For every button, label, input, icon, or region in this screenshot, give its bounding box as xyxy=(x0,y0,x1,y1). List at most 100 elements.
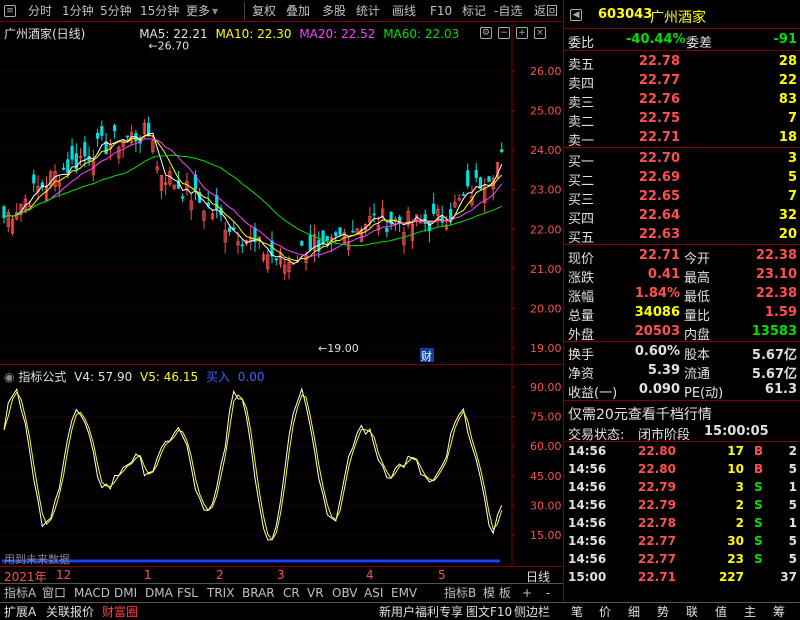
tick-count: 5 xyxy=(788,552,797,566)
status-new-user[interactable]: 新用户福利专享 xyxy=(379,603,463,620)
tick-side: S xyxy=(754,552,763,566)
tab-obv[interactable]: OBV xyxy=(332,585,358,602)
toolbar-item-fenshi[interactable]: 分时 xyxy=(28,3,52,19)
ask-row: 卖五 22.78 28 xyxy=(564,52,800,73)
promo-text[interactable]: 仅需20元查看千档行情 xyxy=(568,404,712,424)
ma10-line xyxy=(3,134,503,262)
settings-icon[interactable]: ⚙ xyxy=(480,27,492,39)
tick-time: 14:56 xyxy=(568,462,607,476)
tab-macd[interactable]: MACD xyxy=(74,585,110,602)
tick-time: 14:56 xyxy=(568,534,607,548)
status-tab-jia[interactable]: 价 xyxy=(599,603,611,620)
ma5-label: MA5: 22.21 xyxy=(139,27,208,41)
toolbar-item-1min[interactable]: 1分钟 xyxy=(62,3,94,19)
zoom-out-icon[interactable]: − xyxy=(498,27,510,39)
candle-body xyxy=(32,174,36,184)
tick-side: S xyxy=(754,498,763,512)
tick-side: B xyxy=(754,462,764,476)
tab-zhibiao-a[interactable]: 指标A xyxy=(4,585,36,602)
candle-body xyxy=(325,236,329,241)
stat-value: 22.38 xyxy=(755,286,797,301)
tab-cr[interactable]: CR xyxy=(283,585,300,602)
ask-price: 22.71 xyxy=(638,130,680,145)
kline-chart[interactable]: 26.00 25.00 24.00 23.00 22.00 21.00 20.00 19.00… xyxy=(0,22,563,364)
indicator-chart[interactable]: 90.00 75.00 60.00 45.00 30.00 15.00 xyxy=(0,365,563,567)
toolbar-item-duogu[interactable]: 多股 xyxy=(322,3,346,19)
tick-volume: 3 xyxy=(735,480,744,494)
indicator-name[interactable]: 指标公式 xyxy=(18,370,66,384)
tab-dmi[interactable]: DMI xyxy=(114,585,137,602)
tab-template[interactable]: 模 板 xyxy=(483,585,511,602)
stat-value: 1.84% xyxy=(634,286,680,301)
kline-chart-panel[interactable]: 26.00 25.00 24.00 23.00 22.00 21.00 20.00 19.00… xyxy=(0,22,563,364)
toolbar-item-fuquan[interactable]: 复权 xyxy=(252,3,276,19)
stat-value: 22.38 xyxy=(755,248,797,263)
status-tab-chou[interactable]: 筹 xyxy=(773,603,785,620)
fin-row: 净资 5.39 流通 5.67亿 xyxy=(564,361,800,382)
toolbar-item-zixuan[interactable]: -自选 xyxy=(494,3,522,19)
status-expand-a[interactable]: 扩展A xyxy=(4,603,36,620)
chevron-down-icon[interactable]: ▾ xyxy=(212,3,218,19)
tick-row: 14:56 22.79 3 S 1 xyxy=(564,479,800,497)
status-tab-bi[interactable]: 笔 xyxy=(571,603,583,620)
toolbar-item-biaoji[interactable]: 标记 xyxy=(462,3,486,19)
tab-remove[interactable]: - xyxy=(546,585,550,602)
toolbar-item-tongji[interactable]: 统计 xyxy=(356,3,380,19)
toolbar-item-more[interactable]: 更多 xyxy=(186,3,210,19)
tab-add[interactable]: + xyxy=(522,585,532,602)
tab-trix[interactable]: TRIX xyxy=(207,585,234,602)
tab-asi[interactable]: ASI xyxy=(364,585,383,602)
bid-price: 22.65 xyxy=(638,189,680,204)
status-sidebar[interactable]: 侧边栏 xyxy=(514,603,550,620)
menu-icon[interactable]: ≡ xyxy=(4,5,16,17)
bid-volume: 32 xyxy=(778,208,797,223)
status-caifuquan[interactable]: 财富圈 xyxy=(102,603,138,620)
tick-count: 37 xyxy=(780,570,797,584)
candle-body xyxy=(100,126,104,136)
tick-row: 14:56 22.79 2 S 5 xyxy=(564,497,800,515)
candle-body xyxy=(113,125,117,132)
candle-body xyxy=(227,227,232,232)
toolbar-item-f10[interactable]: F10 xyxy=(430,3,452,19)
status-tab-zhu[interactable]: 主 xyxy=(744,603,756,620)
indicator-panel[interactable]: 90.00 75.00 60.00 45.00 30.00 15.00 ◉ 指标公式 V4… xyxy=(0,364,563,567)
close-icon[interactable]: × xyxy=(534,27,546,39)
ask-price: 22.77 xyxy=(638,73,680,88)
tick-price: 22.80 xyxy=(638,444,676,458)
status-tab-xi[interactable]: 细 xyxy=(628,603,640,620)
promo-row[interactable]: 仅需20元查看千档行情 xyxy=(564,402,800,424)
toolbar-item-diejia[interactable]: 叠加 xyxy=(286,3,310,19)
date-mar: 3 xyxy=(277,568,285,582)
toolbar-item-5min[interactable]: 5分钟 xyxy=(100,3,132,19)
tab-emv[interactable]: EMV xyxy=(391,585,417,602)
status-f10[interactable]: 图文F10 xyxy=(466,603,512,620)
toolbar-item-fanhui[interactable]: 返回 xyxy=(534,3,558,19)
tab-vr[interactable]: VR xyxy=(307,585,324,602)
indicator-axis-label: 30.00 xyxy=(530,499,562,512)
tab-fsl[interactable]: FSL xyxy=(177,585,198,602)
fin-value: 61.3 xyxy=(764,382,797,397)
stat-row: 涨跌 0.41 最高 23.10 xyxy=(564,265,800,286)
date-jan: 1 xyxy=(144,568,152,582)
status-related-quote[interactable]: 关联报价 xyxy=(46,603,94,620)
future-data-note: 用到未来数据 xyxy=(4,553,70,566)
toolbar-item-huaxian[interactable]: 画线 xyxy=(392,3,416,19)
back-icon[interactable]: ◀ xyxy=(570,9,582,21)
stat-value: 1.59 xyxy=(764,305,797,320)
tab-dma[interactable]: DMA xyxy=(145,585,173,602)
toolbar-item-15min[interactable]: 15分钟 xyxy=(140,3,179,19)
tick-count: 5 xyxy=(788,534,797,548)
candle-body xyxy=(351,230,355,233)
tab-brar[interactable]: BRAR xyxy=(242,585,275,602)
tick-price: 22.79 xyxy=(638,480,676,494)
price-axis-label: 23.00 xyxy=(530,184,562,197)
status-tab-zhi[interactable]: 值 xyxy=(715,603,727,620)
indicator-axis-label: 45.00 xyxy=(530,470,562,483)
tab-zhibiao-b[interactable]: 指标B xyxy=(444,585,476,602)
candle-body xyxy=(70,145,74,160)
zoom-in-icon[interactable]: + xyxy=(516,27,528,39)
status-tab-lian[interactable]: 联 xyxy=(686,603,698,620)
tab-window[interactable]: 窗口 xyxy=(42,585,66,602)
dropdown-icon[interactable]: ◉ xyxy=(4,370,14,384)
status-tab-shi[interactable]: 势 xyxy=(657,603,669,620)
